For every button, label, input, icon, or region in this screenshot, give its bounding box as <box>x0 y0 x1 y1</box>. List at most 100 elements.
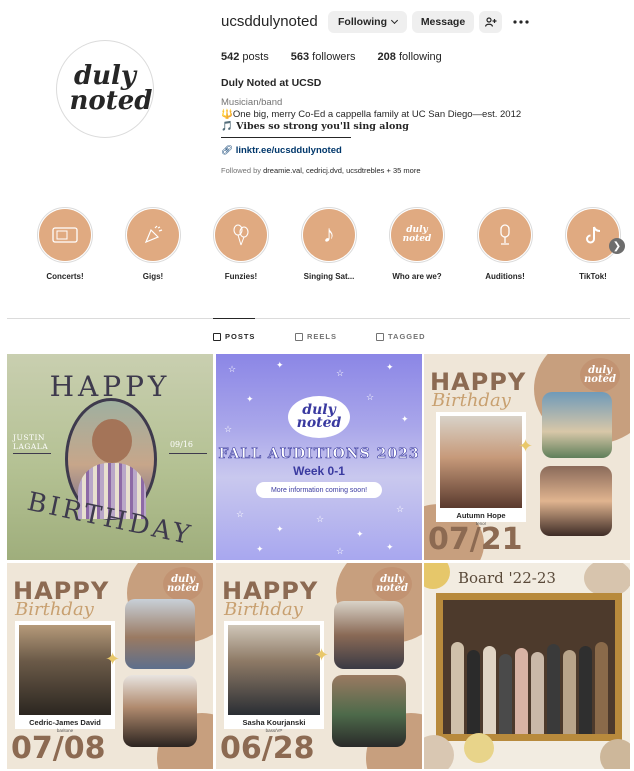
secondary-photo <box>125 599 195 669</box>
highlight-label: Gigs! <box>142 272 164 281</box>
post-birthday-text: Birthday <box>432 390 511 411</box>
post-cedric-birthday[interactable]: duly noted HAPPY Birthday Cedric-James D… <box>7 563 213 769</box>
message-button[interactable]: Message <box>412 11 474 33</box>
chevron-right-icon: ❯ <box>612 240 622 252</box>
bio-line-2-text: Vibes so strong you'll sing along <box>236 121 409 132</box>
secondary-photo <box>332 675 406 747</box>
highlight-gigs[interactable]: Gigs! <box>123 207 183 281</box>
post-autumn-birthday[interactable]: duly noted HAPPY Birthday Autumn Hope te… <box>424 354 630 560</box>
message-button-label: Message <box>420 16 466 28</box>
person-name: Cedric-James David <box>29 718 101 727</box>
tab-reels[interactable]: REELS <box>295 332 337 341</box>
highlight-label: Auditions! <box>485 272 525 281</box>
chevron-down-icon <box>390 16 399 25</box>
duly-noted-logo: duly noted <box>288 396 350 438</box>
post-title: FALL AUDITIONS 2023 <box>218 446 420 463</box>
logo-line2: noted <box>296 415 342 431</box>
profile-link[interactable]: 🔗︎ linktr.ee/ucsddulynoted <box>221 145 342 156</box>
highlight-singing-saturdays[interactable]: ♪ Singing Sat... <box>299 207 359 281</box>
followed-by-names: dreamie.val, cedricj.dvd, ucsdtrebles <box>263 166 385 175</box>
highlight-concerts[interactable]: Concerts! <box>35 207 95 281</box>
tab-posts-label: POSTS <box>225 332 256 341</box>
profile-link-text: linktr.ee/ucsddulynoted <box>235 145 342 156</box>
post-title: Board '22-23 <box>458 569 556 587</box>
profile-stats: 542 posts 563 followers 208 following <box>221 51 464 63</box>
highlight-auditions[interactable]: Auditions! <box>475 207 535 281</box>
logo-line2: noted <box>584 374 616 385</box>
flower-decoration <box>464 733 494 763</box>
duly-noted-logo: duly noted <box>580 358 620 392</box>
tabs-divider <box>7 318 630 319</box>
following-stat[interactable]: 208 following <box>378 51 442 63</box>
secondary-photo <box>123 675 197 747</box>
post-birthday-text: Birthday <box>224 599 303 620</box>
secondary-photo <box>542 392 612 458</box>
trident-emoji-icon: 🔱 <box>221 109 233 120</box>
followers-label: followers <box>312 51 356 63</box>
suggest-people-button[interactable] <box>479 11 502 33</box>
followers-count: 563 <box>290 51 310 63</box>
posts-count: 542 <box>221 51 240 63</box>
sparkle-icon: ✦ <box>105 649 121 669</box>
music-note-icon: ♪ <box>303 209 355 261</box>
followed-by[interactable]: Followed by dreamie.val, cedricj.dvd, uc… <box>221 166 421 175</box>
highlight-who-are-we[interactable]: duly noted Who are we? <box>387 207 447 281</box>
flower-decoration <box>584 563 630 597</box>
highlights-next-button[interactable]: ❯ <box>609 238 625 254</box>
person-name: Sasha Kourjanski <box>242 718 306 727</box>
bio-line-1: 🔱One big, merry Co-Ed a cappella family … <box>221 109 521 120</box>
mini-logo-line2: noted <box>402 234 432 244</box>
post-date: 06/28 <box>220 731 315 766</box>
flower-decoration <box>424 563 450 589</box>
link-icon: 🔗︎ <box>221 145 234 156</box>
main-photo: Sasha Kourjanski bass/VP <box>224 621 324 733</box>
duly-noted-logo: duly noted <box>58 63 153 116</box>
sparkle-icon: ✦ <box>518 436 534 456</box>
ticket-icon <box>39 209 91 261</box>
balloons-icon <box>215 209 267 261</box>
tab-posts[interactable]: POSTS <box>213 332 255 341</box>
more-options-button[interactable] <box>510 11 532 33</box>
party-icon <box>127 209 179 261</box>
tagged-icon <box>376 332 384 341</box>
post-birthday-text: Birthday <box>15 599 94 620</box>
sparkle-icon: ✦ <box>314 645 330 665</box>
followed-by-more: + 35 more <box>386 166 421 175</box>
flower-decoration <box>600 739 630 769</box>
followers-stat[interactable]: 563 followers <box>291 51 356 63</box>
add-person-icon <box>484 17 496 27</box>
posts-label: posts <box>242 51 269 63</box>
following-button[interactable]: Following <box>328 11 407 33</box>
post-date: 07/21 <box>428 522 523 557</box>
highlight-label: Funzies! <box>224 272 258 281</box>
post-fall-auditions[interactable]: ☆ ✦ ☆ ✦ ✦ ☆ ✦ ☆ ☆ ✦ ☆ ✦ ☆ ✦ ☆ ✦ duly noted FALL AUDI… <box>216 354 422 560</box>
post-justin-birthday[interactable]: HAPPY JUSTIN LAGALA 09/16 BIRTHDAY <box>7 354 213 560</box>
secondary-photo <box>540 466 612 536</box>
bio-line-2: 🎵 Vibes so strong you'll sing along <box>221 121 409 132</box>
tiktok-icon <box>567 209 619 261</box>
username: ucsddulynoted <box>221 13 318 30</box>
highlight-label: TikTok! <box>579 272 607 281</box>
following-count: 208 <box>377 51 396 63</box>
music-notes-emoji-icon: 🎵 <box>221 121 237 132</box>
full-name: Duly Noted at UCSD <box>221 77 322 89</box>
post-sasha-birthday[interactable]: duly noted HAPPY Birthday Sasha Kourjans… <box>216 563 422 769</box>
highlight-label: Singing Sat... <box>303 272 355 281</box>
posts-stat: 542 posts <box>221 51 269 63</box>
following-label: following <box>398 51 442 63</box>
logo-line2: noted <box>167 583 199 594</box>
highlight-funzies[interactable]: Funzies! <box>211 207 271 281</box>
logo-line2: noted <box>69 86 153 116</box>
post-board-photo[interactable]: Board '22-23 <box>424 563 630 769</box>
duly-noted-logo: duly noted <box>163 567 203 601</box>
name-line2: LAGALA <box>13 442 49 451</box>
following-button-label: Following <box>338 16 387 28</box>
tab-tagged[interactable]: TAGGED <box>376 332 426 341</box>
name-line1: JUSTIN <box>13 433 45 442</box>
post-date: 07/08 <box>11 731 106 766</box>
duly-noted-logo-icon: duly noted <box>391 209 443 261</box>
profile-avatar[interactable]: duly noted <box>56 40 154 138</box>
info-pill: More information coming soon! <box>256 482 382 498</box>
duly-noted-logo: duly noted <box>372 567 412 601</box>
deco-line <box>169 453 207 454</box>
